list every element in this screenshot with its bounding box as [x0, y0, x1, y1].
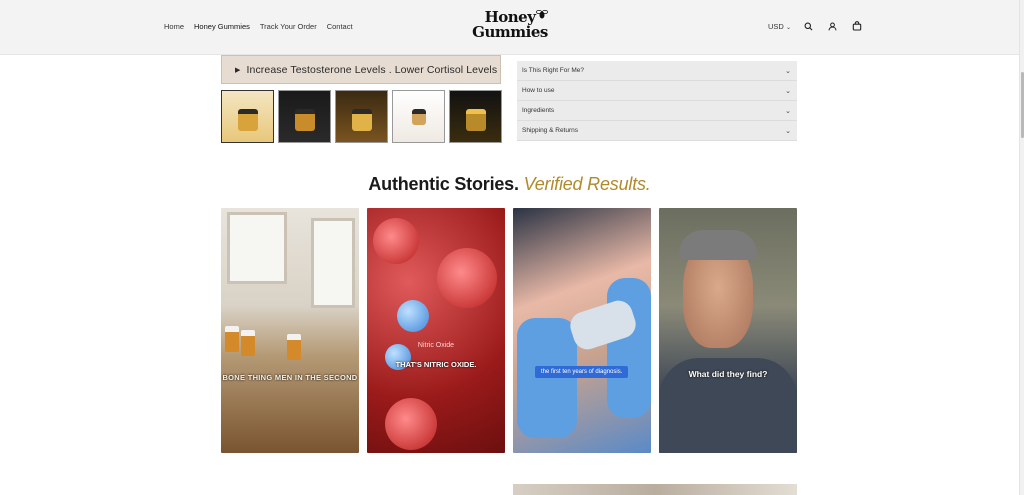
stories-title-accent: Verified Results.	[523, 174, 651, 194]
account-icon[interactable]	[827, 20, 839, 32]
product-thumbnail[interactable]	[392, 90, 445, 143]
stories-heading: Authentic Stories. Verified Results.	[0, 174, 1019, 195]
cart-icon[interactable]	[851, 20, 863, 32]
story-video-3[interactable]: the first ten years of diagnosis.	[513, 208, 651, 453]
nav-home[interactable]: Home	[164, 22, 184, 31]
video-caption: THAT'S NITRIC OXIDE.	[395, 360, 477, 369]
accordion-label: Ingredients	[522, 107, 555, 114]
bee-icon	[536, 10, 548, 19]
main-nav: Home Honey Gummies Track Your Order Cont…	[164, 22, 353, 31]
product-jar-image	[465, 108, 486, 131]
chevron-down-icon: ⌄	[785, 127, 791, 135]
glove-image	[607, 278, 651, 418]
currency-selector[interactable]: USD ⌄	[768, 22, 791, 31]
accordion-item-right-for-me[interactable]: Is This Right For Me? ⌄	[517, 61, 797, 81]
product-thumbnails	[221, 90, 502, 143]
banner-text: Increase Testosterone Levels . Lower Cor…	[246, 63, 498, 76]
accordion-label: Shipping & Returns	[522, 127, 579, 134]
product-jar-image	[294, 108, 315, 131]
video-caption-top: Nitric Oxide	[417, 342, 455, 349]
product-jar-image	[351, 108, 372, 131]
molecule-image	[397, 300, 429, 332]
logo-line-2: Gummies	[472, 23, 548, 41]
chevron-down-icon: ⌄	[785, 67, 791, 75]
story-video-2[interactable]: Nitric Oxide THAT'S NITRIC OXIDE.	[367, 208, 505, 453]
accordion-item-how-to-use[interactable]: How to use ⌄	[517, 81, 797, 101]
product-thumbnail[interactable]	[221, 90, 274, 143]
page: Home Honey Gummies Track Your Order Cont…	[0, 0, 1024, 495]
story-video-1[interactable]: BONE THING MEN IN THE SECOND	[221, 208, 359, 453]
product-thumbnail[interactable]	[278, 90, 331, 143]
hair-image	[679, 230, 757, 260]
benefits-banner: ▶ Increase Testosterone Levels . Lower C…	[221, 55, 501, 84]
chevron-down-icon: ⌄	[785, 24, 791, 31]
next-section-image	[513, 484, 797, 495]
accordion-item-ingredients[interactable]: Ingredients ⌄	[517, 101, 797, 121]
video-caption: What did they find?	[688, 369, 768, 379]
nav-honey-gummies[interactable]: Honey Gummies	[194, 22, 250, 31]
story-video-4[interactable]: What did they find?	[659, 208, 797, 453]
site-logo[interactable]: Honey Gummies	[468, 10, 552, 46]
blood-cell-image	[385, 398, 437, 450]
nav-contact[interactable]: Contact	[327, 22, 353, 31]
product-thumbnail[interactable]	[449, 90, 502, 143]
window-image	[227, 212, 287, 284]
blood-cell-image	[373, 218, 419, 264]
product-accordion: Is This Right For Me? ⌄ How to use ⌄ Ing…	[517, 61, 797, 141]
page-scrollbar[interactable]	[1019, 0, 1024, 495]
product-jar-image	[411, 108, 426, 125]
accordion-item-shipping[interactable]: Shipping & Returns ⌄	[517, 121, 797, 141]
pill-bottle-image	[225, 326, 239, 352]
pill-bottle-image	[241, 330, 255, 356]
nav-track-order[interactable]: Track Your Order	[260, 22, 317, 31]
pill-bottle-image	[287, 334, 301, 360]
accordion-label: How to use	[522, 87, 555, 94]
play-icon: ▶	[235, 66, 241, 74]
product-jar-image	[237, 108, 258, 131]
chevron-down-icon: ⌄	[785, 87, 791, 95]
search-icon[interactable]	[803, 20, 815, 32]
video-caption: the first ten years of diagnosis.	[535, 366, 629, 378]
glove-image	[517, 318, 577, 438]
accordion-label: Is This Right For Me?	[522, 67, 585, 74]
blood-cell-image	[437, 248, 497, 308]
header-actions: USD ⌄	[768, 20, 863, 32]
chevron-down-icon: ⌄	[785, 107, 791, 115]
product-thumbnail[interactable]	[335, 90, 388, 143]
stories-title-main: Authentic Stories.	[368, 174, 519, 194]
window-image	[311, 218, 355, 308]
currency-label: USD	[768, 21, 784, 31]
video-caption: BONE THING MEN IN THE SECOND	[222, 373, 358, 382]
site-header: Home Honey Gummies Track Your Order Cont…	[0, 0, 1019, 55]
